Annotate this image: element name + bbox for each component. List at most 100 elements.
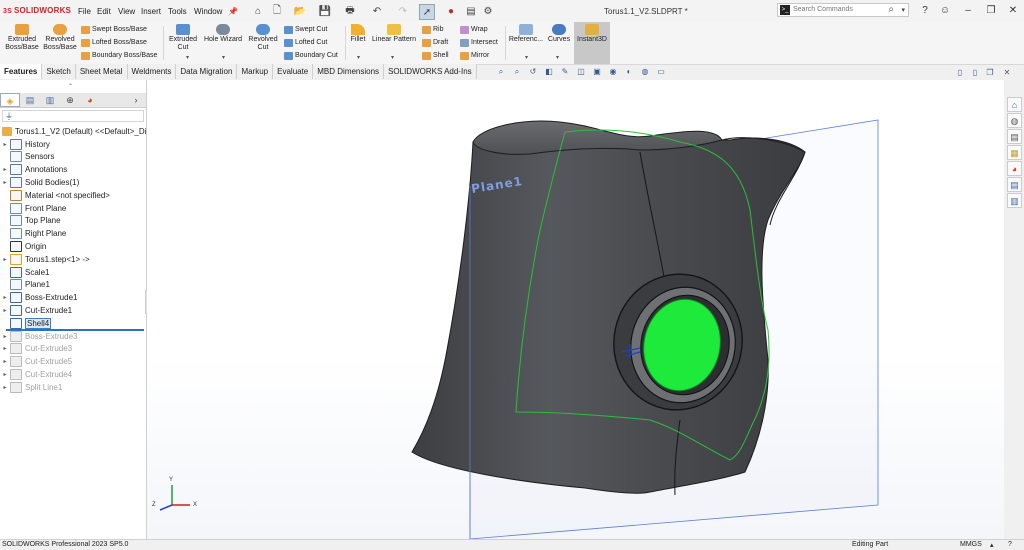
chevron-down-icon[interactable]: ▾ (222, 54, 225, 61)
chevron-right-icon[interactable]: › (126, 93, 146, 107)
display-manager-tab-icon[interactable]: ◕ (80, 93, 100, 107)
help-icon[interactable]: ? (1008, 541, 1012, 548)
menu-window[interactable]: Window (194, 7, 222, 16)
reference-geometry-button[interactable]: Referenc... (507, 24, 545, 44)
view-palette-icon[interactable]: ▦ (1007, 145, 1022, 160)
expand-arrow-icon[interactable]: ▸ (0, 358, 10, 365)
tab-solidworks-add-ins[interactable]: SOLIDWORKS Add-Ins (384, 64, 477, 79)
expand-arrow-icon[interactable]: ▸ (0, 307, 10, 314)
hole-wizard-button[interactable]: Hole Wizard (203, 24, 243, 44)
boundary-cut-button[interactable]: Boundary Cut (284, 50, 338, 61)
tree-item-split-line1[interactable]: ▸ Split Line1 (0, 381, 62, 393)
linear-pattern-button[interactable]: Linear Pattern (370, 24, 418, 44)
redo-icon[interactable]: ↷ (396, 4, 410, 18)
appearances-icon[interactable]: ◕ (1007, 161, 1022, 176)
file-explorer-icon[interactable]: ▤ (1007, 129, 1022, 144)
tree-item-sensors[interactable]: Sensors (0, 151, 54, 163)
tree-item-boss-extrude3[interactable]: ▸ Boss-Extrude3 (0, 330, 77, 342)
restore-icon[interactable]: ❐ (984, 4, 998, 18)
new-document-icon[interactable]: 🗋 (270, 4, 284, 18)
tab-mbd-dimensions[interactable]: MBD Dimensions (313, 64, 385, 79)
tree-item-cut-extrude4[interactable]: ▸ Cut-Extrude4 (0, 368, 72, 380)
tree-item-cut-extrude1[interactable]: ▸ Cut-Extrude1 (0, 304, 72, 316)
viewport-restore-icon[interactable]: ❐ (985, 68, 995, 78)
expand-arrow-icon[interactable]: ▸ (0, 345, 10, 352)
open-folder-icon[interactable]: 📂 (293, 4, 307, 18)
feature-tree-tab-icon[interactable]: ◈ (0, 93, 20, 107)
revolved-cut-button[interactable]: Revolved Cut (246, 24, 280, 52)
view-settings-icon[interactable]: ▭ (656, 67, 666, 77)
configuration-manager-tab-icon[interactable]: ▥ (40, 93, 60, 107)
save-icon[interactable]: 💾 (318, 4, 332, 18)
tree-item-scale1[interactable]: Scale1 (0, 266, 49, 278)
curves-button[interactable]: Curves (546, 24, 572, 44)
menu-edit[interactable]: Edit (97, 7, 111, 16)
viewport-tile-icon[interactable]: ▯ (955, 68, 965, 78)
fillet-button[interactable]: Fillet (348, 24, 368, 44)
search-icon[interactable]: ⌕ (888, 4, 894, 15)
chevron-up-icon[interactable]: ▴ (990, 541, 994, 549)
draft-button[interactable]: Draft (422, 37, 448, 48)
solidworks-forum-icon[interactable]: ▥ (1007, 193, 1022, 208)
apply-scene-icon[interactable]: ◍ (640, 67, 650, 77)
status-units[interactable]: MMGS (960, 541, 982, 548)
tree-item-top-plane[interactable]: Top Plane (0, 215, 61, 227)
menu-view[interactable]: View (118, 7, 135, 16)
tab-sheet-metal[interactable]: Sheet Metal (75, 64, 128, 79)
chevron-down-icon[interactable]: ▾ (556, 54, 559, 61)
intersect-button[interactable]: Intersect (460, 37, 498, 48)
expand-arrow-icon[interactable]: ▸ (0, 371, 10, 378)
search-commands-input[interactable]: >_ Search Commands ⌕ ▾ (777, 3, 909, 17)
file-properties-icon[interactable]: ▤ (464, 4, 478, 18)
feature-filter-input[interactable]: ⏚ (2, 110, 144, 122)
chevron-down-icon[interactable]: ▾ (391, 54, 394, 61)
tab-evaluate[interactable]: Evaluate (273, 64, 314, 79)
revolved-boss-button[interactable]: Revolved Boss/Base (42, 24, 78, 52)
home-icon[interactable]: ⌂ (251, 4, 265, 18)
swept-cut-button[interactable]: Swept Cut (284, 24, 327, 35)
section-view-icon[interactable]: ◧ (544, 67, 554, 77)
rebuild-icon[interactable]: ● (444, 4, 458, 18)
display-style-icon[interactable]: ▣ (592, 67, 602, 77)
tab-sketch[interactable]: Sketch (42, 64, 76, 79)
tree-item-right-plane[interactable]: Right Plane (0, 228, 66, 240)
property-manager-tab-icon[interactable]: ▤ (20, 93, 40, 107)
tree-item-cut-extrude3[interactable]: ▸ Cut-Extrude3 (0, 343, 72, 355)
expand-arrow-icon[interactable]: ▸ (0, 141, 10, 148)
menu-insert[interactable]: Insert (141, 7, 161, 16)
dynamic-annotation-icon[interactable]: ✎ (560, 67, 570, 77)
extruded-cut-button[interactable]: Extruded Cut (166, 24, 200, 52)
undo-icon[interactable]: ↶ (370, 4, 384, 18)
tree-item-cut-extrude5[interactable]: ▸ Cut-Extrude5 (0, 356, 72, 368)
menu-file[interactable]: File (78, 7, 91, 16)
options-gear-icon[interactable]: ⚙ (481, 4, 495, 18)
edit-appearance-icon[interactable]: ◐ (624, 67, 634, 77)
rib-button[interactable]: Rib (422, 24, 444, 35)
hide-show-items-icon[interactable]: ◉ (608, 67, 618, 77)
expand-arrow-icon[interactable]: ▸ (0, 294, 10, 301)
boundary-boss-button[interactable]: Boundary Boss/Base (81, 50, 157, 61)
chevron-down-icon[interactable]: ▾ (525, 54, 528, 61)
shell-button[interactable]: Shell (422, 50, 449, 61)
expand-arrow-icon[interactable]: ▸ (0, 179, 10, 186)
tree-item-front-plane[interactable]: Front Plane (0, 202, 66, 214)
chevron-down-icon[interactable]: ▾ (357, 54, 360, 61)
wrap-button[interactable]: Wrap (460, 24, 488, 35)
user-account-icon[interactable]: ☺ (938, 4, 952, 18)
expand-arrow-icon[interactable]: ▸ (0, 384, 10, 391)
viewport-split-icon[interactable]: ▯ (970, 68, 980, 78)
expand-arrow-icon[interactable]: ▸ (0, 166, 10, 173)
tree-item-origin[interactable]: Origin (0, 240, 46, 252)
tab-features[interactable]: Features (0, 64, 43, 79)
chevron-down-icon[interactable]: ▾ (901, 6, 905, 14)
model-canvas[interactable] (147, 80, 1004, 539)
tree-root[interactable]: Torus1.1_V2 (Default) <<Default>_Di (0, 125, 146, 137)
print-icon[interactable]: 🖶 (343, 4, 357, 18)
solidworks-logo[interactable]: 3S SOLIDWORKS (3, 6, 71, 15)
chevron-down-icon[interactable]: ▾ (186, 54, 189, 61)
viewport-close-icon[interactable]: ✕ (1002, 68, 1012, 78)
close-icon[interactable]: ✕ (1006, 4, 1020, 18)
tree-item-solid-bodies-1[interactable]: ▸ Solid Bodies(1) (0, 176, 79, 188)
zoom-to-fit-icon[interactable]: ⌕ (496, 67, 506, 77)
lofted-cut-button[interactable]: Lofted Cut (284, 37, 327, 48)
